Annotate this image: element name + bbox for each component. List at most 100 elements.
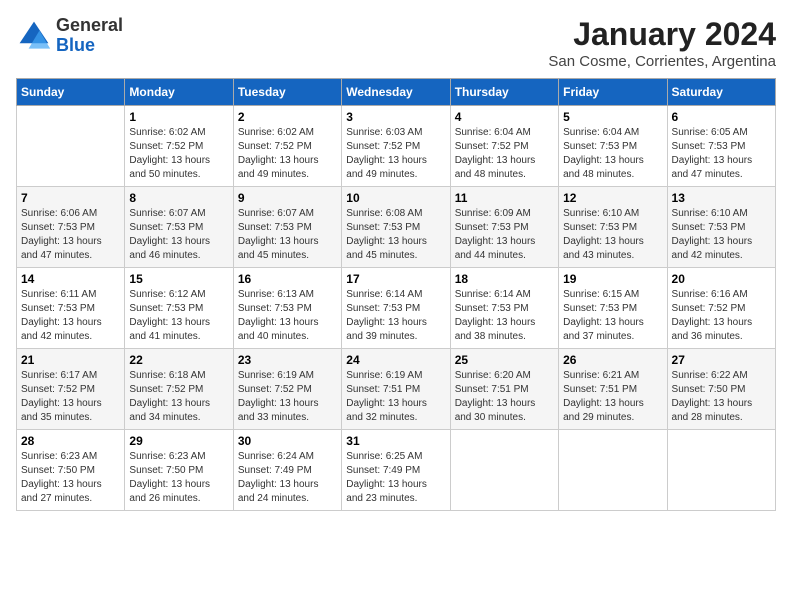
calendar-cell: 25 Sunrise: 6:20 AMSunset: 7:51 PMDayligh… [450, 349, 558, 430]
day-number: 2 [238, 110, 337, 124]
day-number: 9 [238, 191, 337, 205]
day-number: 1 [129, 110, 228, 124]
day-detail: Sunrise: 6:20 AMSunset: 7:51 PMDaylight:… [455, 369, 554, 425]
title-area: January 2024 San Cosme, Corrientes, Arge… [548, 16, 776, 70]
day-number: 10 [346, 191, 445, 205]
day-number: 20 [672, 272, 771, 286]
day-number: 7 [21, 191, 120, 205]
calendar-cell: 10 Sunrise: 6:08 AMSunset: 7:53 PMDayligh… [342, 187, 450, 268]
calendar-cell: 8 Sunrise: 6:07 AMSunset: 7:53 PMDaylight… [125, 187, 233, 268]
day-number: 21 [21, 353, 120, 367]
calendar-title: January 2024 [548, 16, 776, 53]
day-detail: Sunrise: 6:10 AMSunset: 7:53 PMDaylight:… [563, 207, 662, 263]
day-header-wednesday: Wednesday [342, 79, 450, 106]
calendar-cell: 20 Sunrise: 6:16 AMSunset: 7:52 PMDayligh… [667, 268, 775, 349]
day-detail: Sunrise: 6:23 AMSunset: 7:50 PMDaylight:… [21, 450, 120, 506]
calendar-cell: 21Sunrise: 6:17 AMSunset: 7:52 PMDayligh… [17, 349, 125, 430]
day-number: 29 [129, 434, 228, 448]
day-detail: Sunrise: 6:07 AMSunset: 7:53 PMDaylight:… [129, 207, 228, 263]
day-number: 14 [21, 272, 120, 286]
calendar-week-2: 7Sunrise: 6:06 AMSunset: 7:53 PMDaylight… [17, 187, 776, 268]
day-number: 5 [563, 110, 662, 124]
calendar-cell: 6 Sunrise: 6:05 AMSunset: 7:53 PMDaylight… [667, 106, 775, 187]
day-detail: Sunrise: 6:05 AMSunset: 7:53 PMDaylight:… [672, 126, 771, 182]
calendar-cell: 9 Sunrise: 6:07 AMSunset: 7:53 PMDaylight… [233, 187, 341, 268]
day-detail: Sunrise: 6:18 AMSunset: 7:52 PMDaylight:… [129, 369, 228, 425]
day-number: 27 [672, 353, 771, 367]
day-detail: Sunrise: 6:12 AMSunset: 7:53 PMDaylight:… [129, 288, 228, 344]
day-detail: Sunrise: 6:19 AMSunset: 7:52 PMDaylight:… [238, 369, 337, 425]
calendar-cell [667, 430, 775, 511]
calendar-week-3: 14 Sunrise: 6:11 AMSunset: 7:53 PMDayligh… [17, 268, 776, 349]
calendar-cell: 29 Sunrise: 6:23 AMSunset: 7:50 PMDayligh… [125, 430, 233, 511]
calendar-cell: 2Sunrise: 6:02 AMSunset: 7:52 PMDaylight… [233, 106, 341, 187]
day-detail: Sunrise: 6:22 AMSunset: 7:50 PMDaylight:… [672, 369, 771, 425]
day-detail: Sunrise: 6:04 AMSunset: 7:53 PMDaylight:… [563, 126, 662, 182]
day-number: 19 [563, 272, 662, 286]
day-detail: Sunrise: 6:21 AMSunset: 7:51 PMDaylight:… [563, 369, 662, 425]
day-number: 13 [672, 191, 771, 205]
calendar-cell: 27 Sunrise: 6:22 AMSunset: 7:50 PMDayligh… [667, 349, 775, 430]
day-number: 15 [129, 272, 228, 286]
day-header-sunday: Sunday [17, 79, 125, 106]
calendar-cell: 16 Sunrise: 6:13 AMSunset: 7:53 PMDayligh… [233, 268, 341, 349]
calendar-subtitle: San Cosme, Corrientes, Argentina [548, 53, 776, 70]
calendar-cell: 30 Sunrise: 6:24 AMSunset: 7:49 PMDayligh… [233, 430, 341, 511]
day-number: 17 [346, 272, 445, 286]
calendar-cell: 11Sunrise: 6:09 AMSunset: 7:53 PMDayligh… [450, 187, 558, 268]
calendar-cell [450, 430, 558, 511]
calendar-cell: 14 Sunrise: 6:11 AMSunset: 7:53 PMDayligh… [17, 268, 125, 349]
day-detail: Sunrise: 6:10 AMSunset: 7:53 PMDaylight:… [672, 207, 771, 263]
day-detail: Sunrise: 6:24 AMSunset: 7:49 PMDaylight:… [238, 450, 337, 506]
day-number: 8 [129, 191, 228, 205]
day-number: 30 [238, 434, 337, 448]
day-number: 6 [672, 110, 771, 124]
calendar-week-1: 1Sunrise: 6:02 AMSunset: 7:52 PMDaylight… [17, 106, 776, 187]
day-detail: Sunrise: 6:13 AMSunset: 7:53 PMDaylight:… [238, 288, 337, 344]
calendar-cell: 18 Sunrise: 6:14 AMSunset: 7:53 PMDayligh… [450, 268, 558, 349]
day-detail: Sunrise: 6:11 AMSunset: 7:53 PMDaylight:… [21, 288, 120, 344]
calendar-cell: 3Sunrise: 6:03 AMSunset: 7:52 PMDaylight… [342, 106, 450, 187]
calendar-cell: 31Sunrise: 6:25 AMSunset: 7:49 PMDayligh… [342, 430, 450, 511]
day-number: 16 [238, 272, 337, 286]
day-number: 25 [455, 353, 554, 367]
calendar-cell: 26 Sunrise: 6:21 AMSunset: 7:51 PMDayligh… [559, 349, 667, 430]
calendar-cell [559, 430, 667, 511]
logo-text: General Blue [56, 16, 123, 56]
day-detail: Sunrise: 6:04 AMSunset: 7:52 PMDaylight:… [455, 126, 554, 182]
calendar-cell: 28Sunrise: 6:23 AMSunset: 7:50 PMDayligh… [17, 430, 125, 511]
day-header-tuesday: Tuesday [233, 79, 341, 106]
day-detail: Sunrise: 6:08 AMSunset: 7:53 PMDaylight:… [346, 207, 445, 263]
day-number: 26 [563, 353, 662, 367]
calendar-cell: 4 Sunrise: 6:04 AMSunset: 7:52 PMDaylight… [450, 106, 558, 187]
calendar-cell: 12 Sunrise: 6:10 AMSunset: 7:53 PMDayligh… [559, 187, 667, 268]
calendar-cell: 5 Sunrise: 6:04 AMSunset: 7:53 PMDaylight… [559, 106, 667, 187]
calendar-cell [17, 106, 125, 187]
calendar-table: SundayMondayTuesdayWednesdayThursdayFrid… [16, 78, 776, 511]
calendar-cell: 24Sunrise: 6:19 AMSunset: 7:51 PMDayligh… [342, 349, 450, 430]
logo: General Blue [16, 16, 123, 56]
calendar-cell: 22 Sunrise: 6:18 AMSunset: 7:52 PMDayligh… [125, 349, 233, 430]
day-detail: Sunrise: 6:14 AMSunset: 7:53 PMDaylight:… [455, 288, 554, 344]
day-detail: Sunrise: 6:23 AMSunset: 7:50 PMDaylight:… [129, 450, 228, 506]
days-header-row: SundayMondayTuesdayWednesdayThursdayFrid… [17, 79, 776, 106]
day-number: 22 [129, 353, 228, 367]
calendar-week-5: 28Sunrise: 6:23 AMSunset: 7:50 PMDayligh… [17, 430, 776, 511]
calendar-body: 1Sunrise: 6:02 AMSunset: 7:52 PMDaylight… [17, 106, 776, 511]
day-number: 23 [238, 353, 337, 367]
calendar-cell: 17 Sunrise: 6:14 AMSunset: 7:53 PMDayligh… [342, 268, 450, 349]
day-detail: Sunrise: 6:03 AMSunset: 7:52 PMDaylight:… [346, 126, 445, 182]
day-detail: Sunrise: 6:07 AMSunset: 7:53 PMDaylight:… [238, 207, 337, 263]
day-number: 18 [455, 272, 554, 286]
day-header-thursday: Thursday [450, 79, 558, 106]
logo-icon [16, 18, 52, 54]
day-detail: Sunrise: 6:16 AMSunset: 7:52 PMDaylight:… [672, 288, 771, 344]
day-number: 12 [563, 191, 662, 205]
calendar-week-4: 21Sunrise: 6:17 AMSunset: 7:52 PMDayligh… [17, 349, 776, 430]
day-number: 4 [455, 110, 554, 124]
calendar-cell: 19Sunrise: 6:15 AMSunset: 7:53 PMDayligh… [559, 268, 667, 349]
day-number: 11 [455, 191, 554, 205]
day-detail: Sunrise: 6:14 AMSunset: 7:53 PMDaylight:… [346, 288, 445, 344]
calendar-cell: 7Sunrise: 6:06 AMSunset: 7:53 PMDaylight… [17, 187, 125, 268]
day-number: 31 [346, 434, 445, 448]
